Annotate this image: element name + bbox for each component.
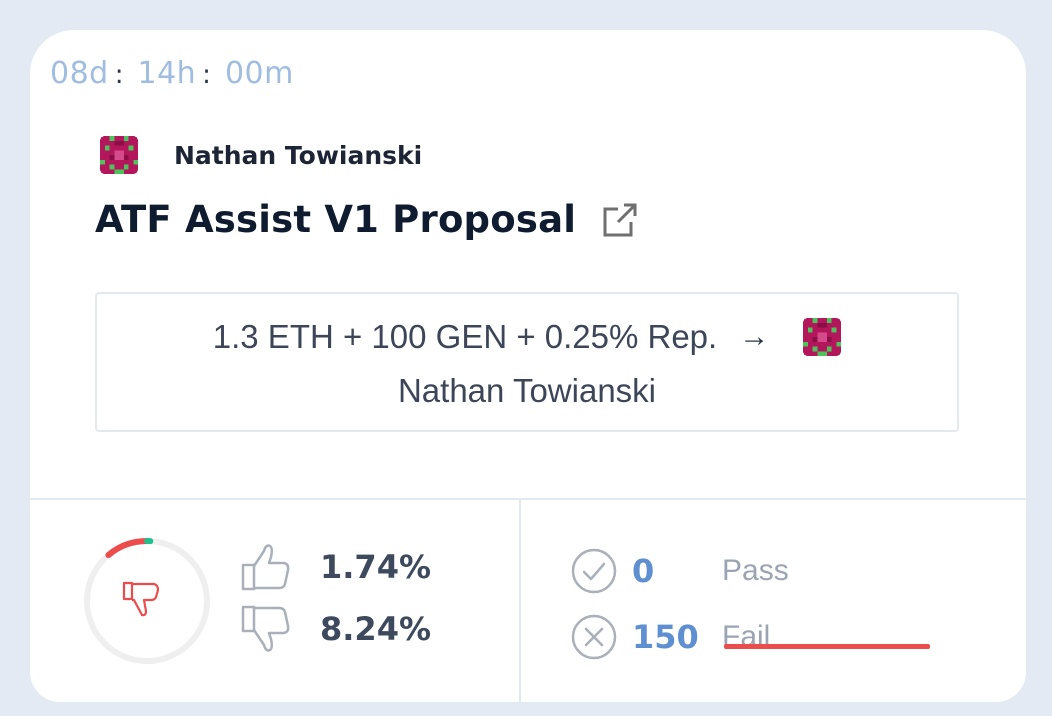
gauge-against-arc — [105, 537, 151, 559]
countdown-minutes: 00m — [224, 56, 294, 91]
stake-pass-label[interactable]: Pass — [722, 554, 789, 588]
countdown-days: 08d — [50, 56, 109, 91]
stake-pass-count: 0 — [632, 552, 655, 590]
thumbs-up-icon[interactable] — [240, 541, 292, 593]
reward-summary: 1.3 ETH + 100 GEN + 0.25% Rep. → Nathan … — [95, 292, 959, 432]
fail-active-indicator — [724, 644, 930, 649]
vote-for-percent: 1.74% — [320, 548, 432, 586]
proposal-title[interactable]: ATF Assist V1 Proposal — [95, 198, 576, 241]
countdown-separator: : — [114, 60, 124, 90]
stake-fail-count: 150 — [632, 618, 699, 656]
arrow-right-icon: → — [739, 320, 770, 353]
stake-fail-row[interactable]: 150 Fail — [570, 604, 789, 670]
reward-amounts: 1.3 ETH + 100 GEN + 0.25% Rep. — [212, 318, 718, 355]
vote-against-row[interactable]: 8.24% — [240, 598, 431, 660]
proposal-author[interactable]: Nathan Towianski — [100, 136, 422, 174]
identicon-avatar-icon — [803, 318, 842, 356]
vote-against-percent: 8.24% — [320, 610, 432, 648]
stake-pass-row[interactable]: 0 Pass — [570, 538, 789, 604]
proposal-card[interactable]: 08d:14h:00m Nathan Towianski ATF Assist … — [30, 30, 1026, 702]
vote-gauge — [84, 537, 210, 664]
countdown-separator: : — [202, 60, 211, 90]
proposal-title-row: ATF Assist V1 Proposal — [95, 198, 640, 241]
vote-for-row[interactable]: 1.74% — [240, 536, 431, 598]
countdown-hours: 14h — [137, 56, 197, 91]
check-circle-icon[interactable] — [570, 547, 618, 595]
section-divider — [519, 500, 521, 702]
external-link-icon[interactable] — [600, 200, 640, 240]
thumbs-down-icon[interactable] — [240, 603, 292, 655]
x-circle-icon[interactable] — [570, 613, 618, 661]
section-divider — [30, 498, 1026, 500]
identicon-avatar-icon[interactable] — [100, 136, 138, 174]
countdown-timer: 08d:14h:00m — [50, 56, 294, 91]
reward-beneficiary: Nathan Towianski — [397, 372, 657, 409]
vote-stats: 1.74% 8.24% — [240, 536, 431, 660]
thumbs-down-icon — [122, 581, 160, 617]
prediction-stats: 0 Pass 150 Fail — [570, 538, 789, 670]
author-name[interactable]: Nathan Towianski — [174, 141, 422, 170]
